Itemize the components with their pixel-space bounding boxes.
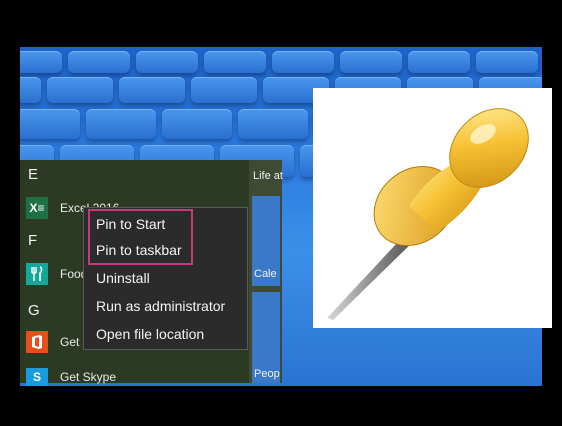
live-tiles-column: Life at Cale Peop <box>249 160 283 383</box>
excel-icon: X≡ <box>26 197 48 219</box>
keyboard-key <box>20 51 62 73</box>
pushpin-illustration <box>313 88 552 328</box>
skype-icon: S <box>26 368 48 386</box>
office-icon <box>26 331 48 353</box>
fork-knife-icon <box>26 263 48 285</box>
letterbox-bottom <box>0 386 562 426</box>
keyboard-key <box>68 51 130 73</box>
keyboard-key <box>162 109 232 139</box>
group-header-g[interactable]: G <box>28 302 40 319</box>
tile-people[interactable]: Peop <box>252 292 280 383</box>
app-item-food[interactable]: Food <box>26 262 87 286</box>
menu-item-open-file-location[interactable]: Open file location <box>96 326 204 342</box>
app-name-get: Get <box>60 335 80 349</box>
app-item-get-skype[interactable]: S Get Skype <box>26 365 116 389</box>
keyboard-key <box>476 51 538 73</box>
tile-life-at-label: Life at <box>253 170 283 182</box>
menu-item-uninstall[interactable]: Uninstall <box>96 270 150 286</box>
keyboard-key <box>272 51 334 73</box>
keyboard-key <box>136 51 198 73</box>
letterbox-top <box>0 0 562 47</box>
keyboard-key <box>408 51 470 73</box>
keyboard-key <box>86 109 156 139</box>
tile-calendar-label: Cale <box>254 268 277 280</box>
menu-item-run-as-administrator[interactable]: Run as administrator <box>96 298 225 314</box>
pushpin-icon <box>327 108 529 320</box>
group-header-f[interactable]: F <box>28 232 37 249</box>
keyboard-key <box>238 109 308 139</box>
keyboard-key <box>204 51 266 73</box>
tile-calendar[interactable]: Cale <box>252 196 280 286</box>
pin-options-highlight <box>88 209 193 265</box>
screenshot-frame: E X≡ Excel 2016 F Food G Get S Get Skype… <box>0 0 562 426</box>
keyboard-key <box>20 77 41 103</box>
group-header-e[interactable]: E <box>28 166 38 183</box>
app-name-get-skype: Get Skype <box>60 370 117 384</box>
keyboard-key <box>191 77 257 103</box>
app-item-get-office[interactable]: Get <box>26 330 79 354</box>
tile-people-label: Peop <box>254 368 280 380</box>
keyboard-key <box>340 51 402 73</box>
keyboard-key <box>119 77 185 103</box>
keyboard-key <box>47 77 113 103</box>
keyboard-key <box>20 109 80 139</box>
